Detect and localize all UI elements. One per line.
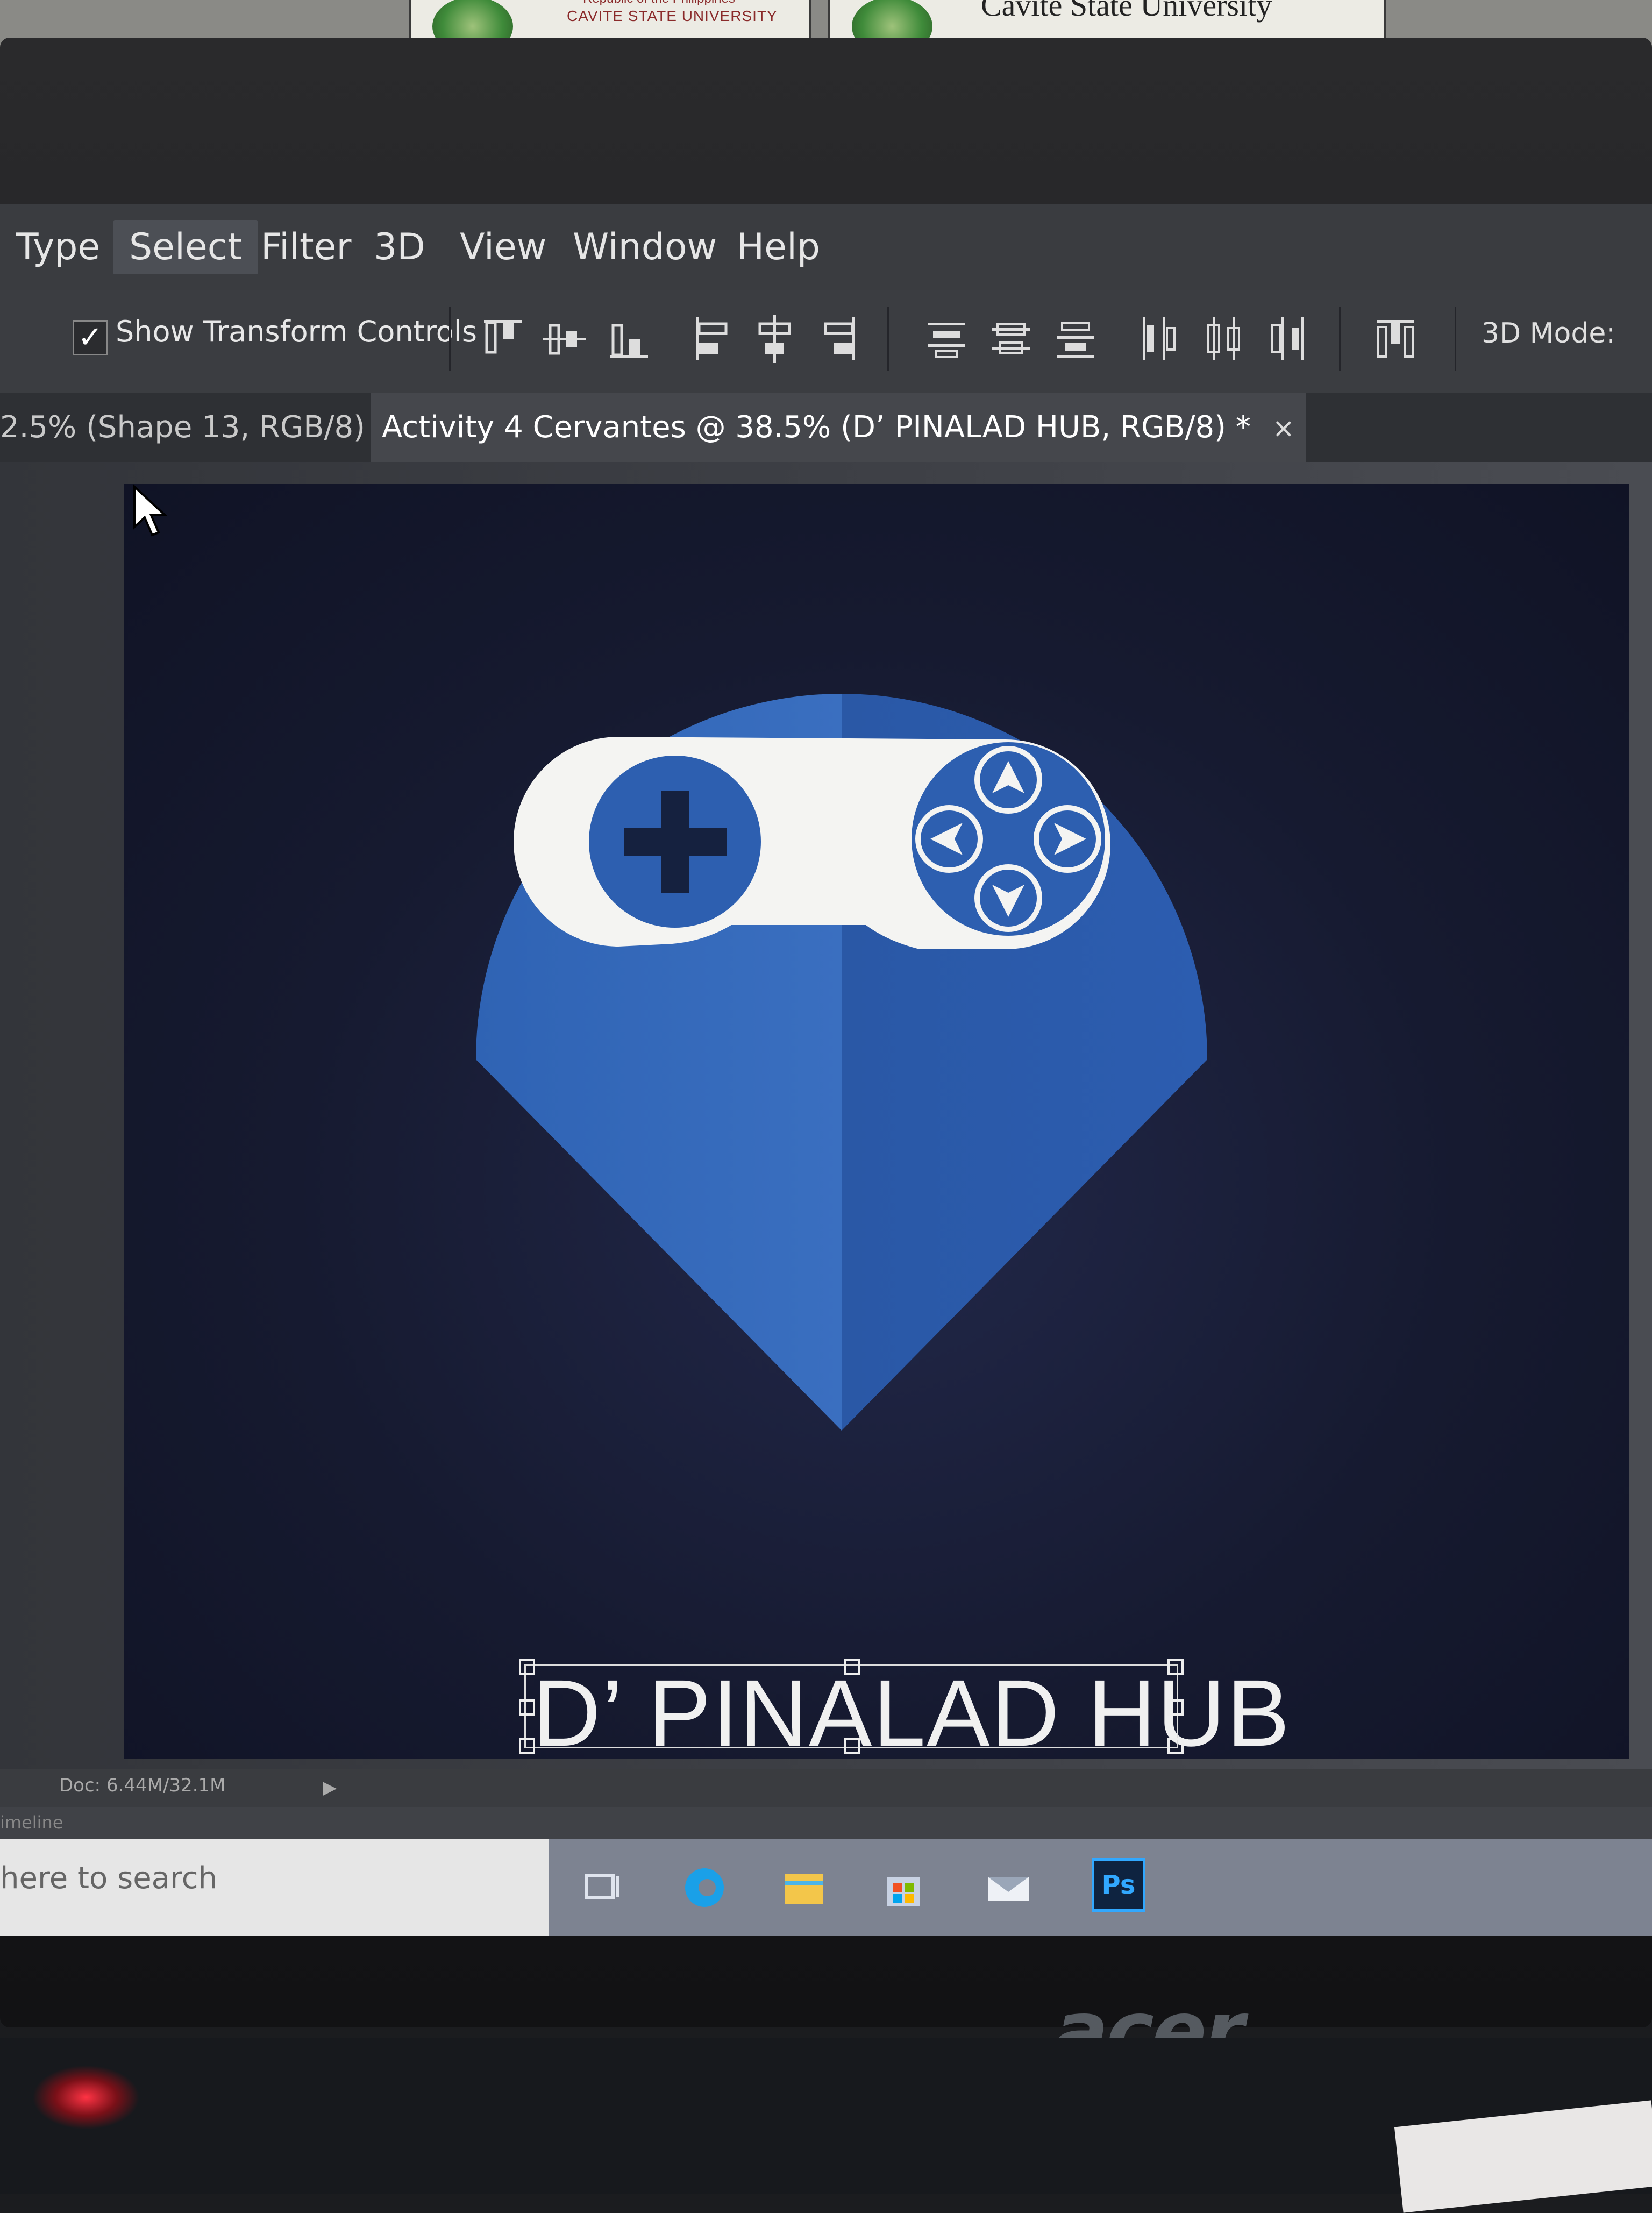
tab-label: 2.5% (Shape 13, RGB/8) — [0, 410, 365, 445]
align-bottom-edges-icon[interactable] — [605, 312, 653, 366]
mouse-cursor-icon — [133, 484, 168, 537]
distribute-right-icon[interactable] — [1264, 312, 1312, 366]
separator — [449, 307, 451, 371]
auto-align-icon[interactable] — [1371, 312, 1420, 366]
transform-handle[interactable] — [519, 1699, 535, 1716]
show-transform-controls-checkbox[interactable]: ✓ — [73, 320, 108, 355]
artboard[interactable]: D’ PINALAD HUB — [124, 484, 1629, 1759]
status-menu-arrow-icon[interactable]: ▶ — [323, 1777, 337, 1798]
distribute-vertical-centers-icon[interactable] — [987, 312, 1035, 366]
timeline-label[interactable]: imeline — [0, 1812, 63, 1833]
dpad-horizontal — [624, 828, 727, 856]
separator — [1339, 307, 1341, 371]
transform-handle[interactable] — [844, 1738, 860, 1754]
menu-bar: Type Select Filter 3D View Window Help — [0, 204, 1652, 291]
menu-3d[interactable]: 3D — [358, 220, 442, 274]
transform-handle[interactable] — [844, 1659, 860, 1675]
task-view-icon[interactable] — [575, 1861, 629, 1915]
menu-filter[interactable]: Filter — [245, 220, 367, 274]
close-icon[interactable]: × — [1272, 412, 1295, 444]
3d-mode-label: 3D Mode: — [1482, 317, 1615, 350]
show-transform-controls-label: Show Transform Controls — [116, 315, 477, 348]
file-explorer-icon[interactable] — [777, 1861, 831, 1915]
menu-type[interactable]: Type — [0, 220, 116, 274]
transform-handle[interactable] — [1167, 1659, 1184, 1675]
separator — [1455, 307, 1456, 371]
align-left-edges-icon[interactable] — [688, 312, 737, 366]
sign-title: Cavite State University — [981, 0, 1272, 23]
menu-select[interactable]: Select — [113, 220, 258, 274]
distribute-left-icon[interactable] — [1135, 312, 1183, 366]
sign-line-1: Republic of the Philippines — [583, 0, 735, 6]
sign-line-2: CAVITE STATE UNIVERSITY — [567, 8, 778, 24]
separator — [887, 307, 889, 371]
align-top-edges-icon[interactable] — [479, 312, 527, 366]
photoshop-icon[interactable]: Ps — [1092, 1858, 1145, 1912]
menu-window[interactable]: Window — [557, 220, 733, 274]
mail-icon[interactable] — [981, 1861, 1035, 1915]
distribute-bottom-icon[interactable] — [1051, 312, 1100, 366]
transform-handle[interactable] — [519, 1738, 535, 1754]
align-vertical-centers-icon[interactable] — [540, 312, 589, 366]
align-horizontal-centers-icon[interactable] — [750, 312, 799, 366]
transform-handle[interactable] — [1167, 1738, 1184, 1754]
options-bar: ✓ Show Transform Controls 3D Mode: — [0, 290, 1652, 394]
transform-bounding-box[interactable] — [519, 1659, 1184, 1754]
distribute-horizontal-centers-icon[interactable] — [1199, 312, 1248, 366]
edge-icon[interactable] — [678, 1861, 731, 1915]
tab-activity-4-cervantes[interactable]: Activity 4 Cervantes @ 38.5% (D’ PINALAD… — [371, 393, 1306, 462]
document-tab-bar: 2.5% (Shape 13, RGB/8)× Activity 4 Cerva… — [0, 393, 1652, 462]
doc-size-info[interactable]: Doc: 6.44M/32.1M — [59, 1775, 225, 1796]
screen: Type Select Filter 3D View Window Help ✓… — [0, 204, 1652, 1936]
timeline-panel: imeline — [0, 1807, 1652, 1839]
store-icon[interactable] — [877, 1861, 930, 1915]
menu-help[interactable]: Help — [721, 220, 836, 274]
taskbar-search-box[interactable]: here to search — [0, 1839, 549, 1936]
menu-view[interactable]: View — [444, 220, 562, 274]
distribute-top-icon[interactable] — [922, 312, 971, 366]
tab-shape-13[interactable]: 2.5% (Shape 13, RGB/8)× — [0, 393, 420, 462]
transform-handle[interactable] — [1167, 1699, 1184, 1716]
windows-taskbar: here to search Ps — [0, 1839, 1652, 1936]
status-bar: Doc: 6.44M/32.1M ▶ — [0, 1769, 1652, 1807]
location-pin-controller-logo — [476, 694, 1207, 1431]
power-indicator-glow — [32, 2065, 140, 2130]
transform-handle[interactable] — [519, 1659, 535, 1675]
search-placeholder: here to search — [0, 1861, 218, 1896]
tab-label: Activity 4 Cervantes @ 38.5% (D’ PINALAD… — [382, 410, 1251, 445]
align-right-edges-icon[interactable] — [815, 312, 863, 366]
canvas-workspace: D’ PINALAD HUB — [0, 462, 1652, 1769]
